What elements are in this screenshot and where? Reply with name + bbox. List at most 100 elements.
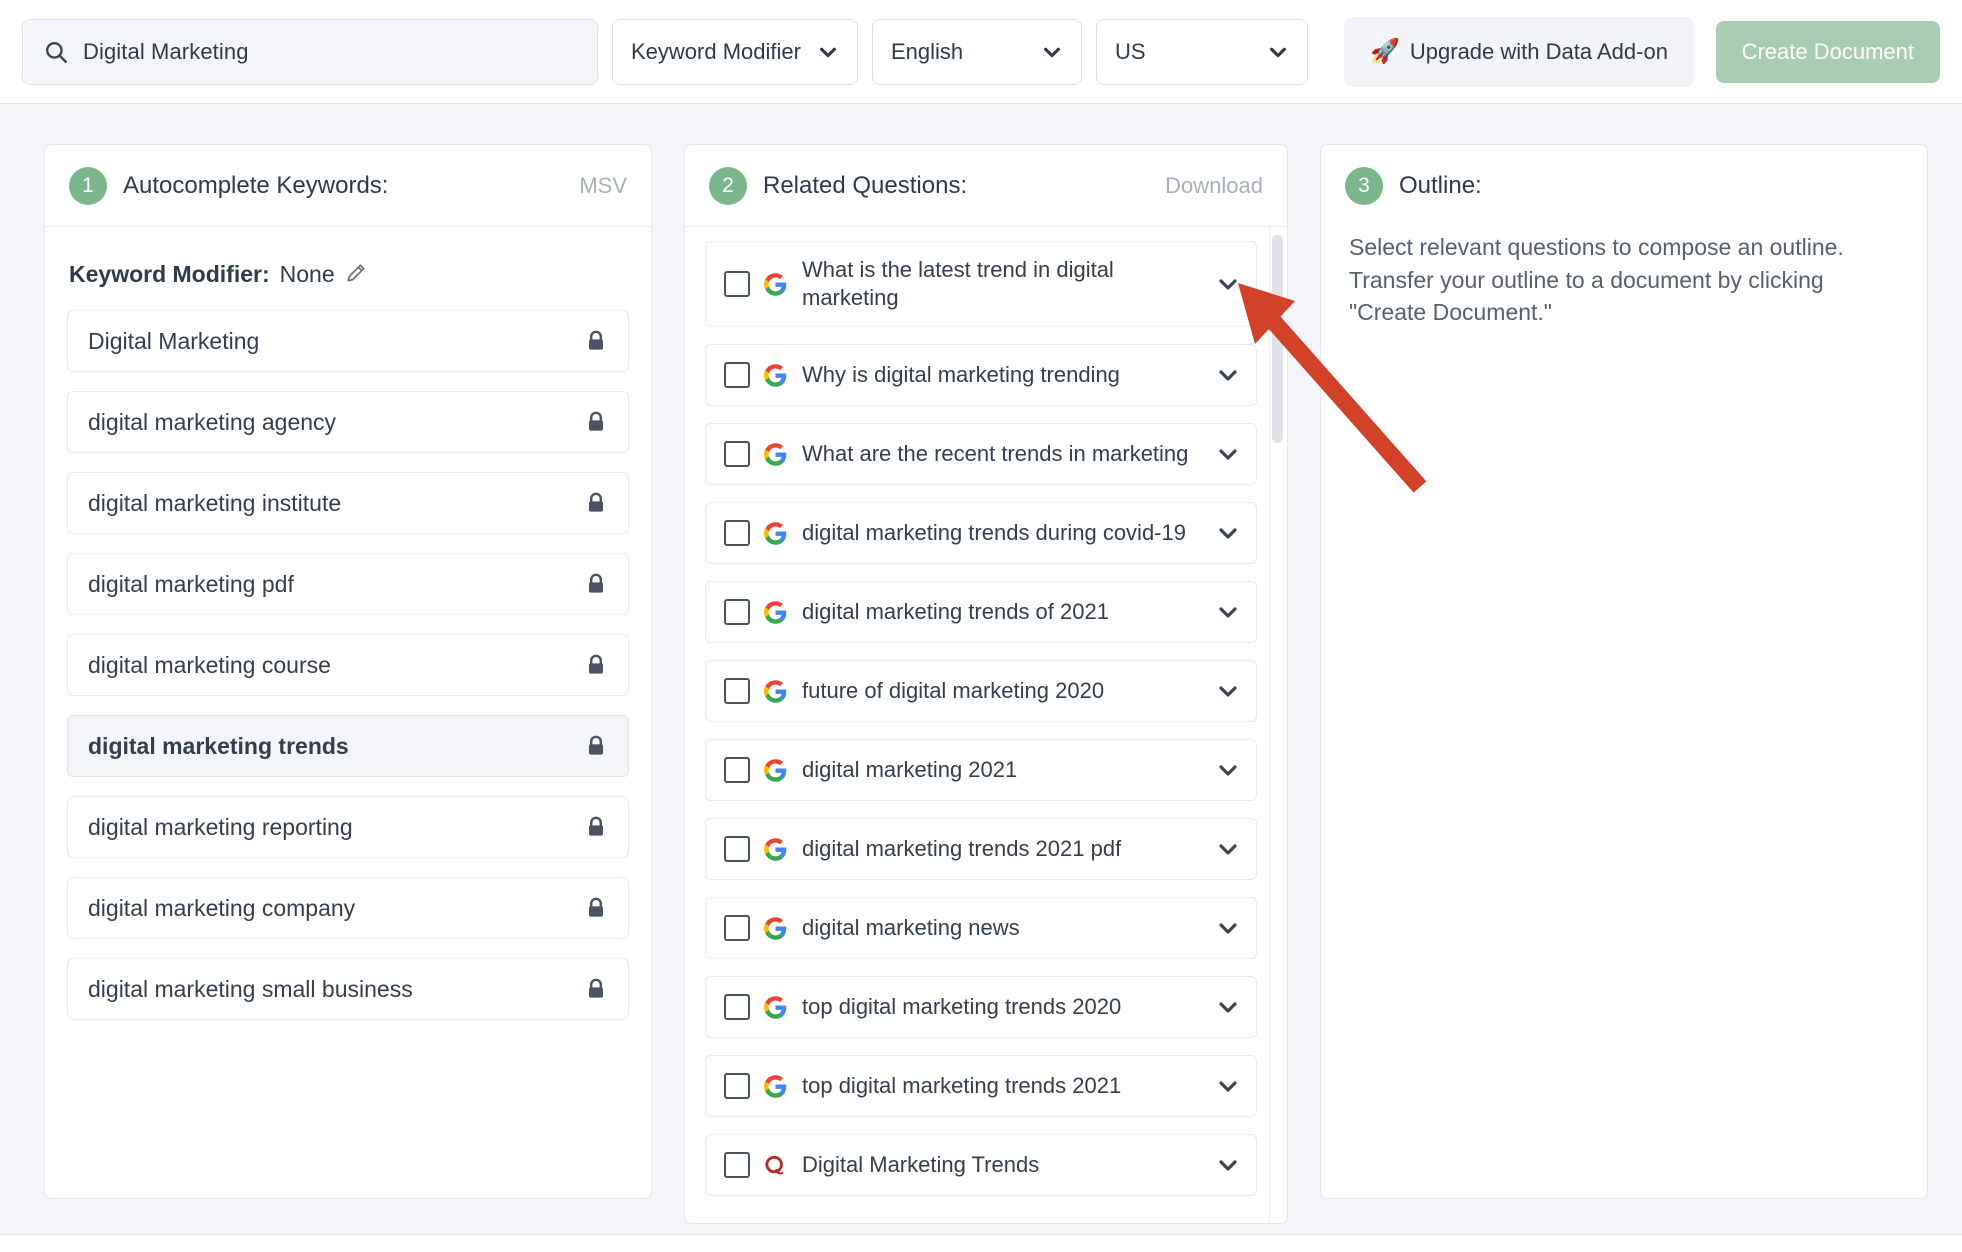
chevron-down-icon[interactable] — [1216, 600, 1240, 624]
question-row-label: top digital marketing trends 2021 — [802, 1072, 1122, 1098]
chevron-down-icon[interactable] — [1216, 837, 1240, 861]
question-row[interactable]: What is the latest trend in digital mark… — [705, 241, 1257, 327]
questions-panel-body: What is the latest trend in digital mark… — [685, 227, 1287, 1223]
question-row[interactable]: What are the recent trends in marketing — [705, 423, 1257, 485]
keyword-row[interactable]: digital marketing agency — [67, 391, 629, 453]
question-row-label: digital marketing trends of 2021 — [802, 598, 1109, 624]
question-row-label: digital marketing 2021 — [802, 756, 1018, 782]
google-icon — [764, 600, 788, 624]
checkbox-unchecked-icon[interactable] — [724, 757, 750, 783]
chevron-down-icon[interactable] — [1216, 916, 1240, 940]
create-document-button-label: Create Document — [1741, 38, 1914, 64]
lock-icon[interactable] — [584, 409, 608, 435]
checkbox-unchecked-icon[interactable] — [724, 520, 750, 546]
chevron-down-icon[interactable] — [1216, 758, 1240, 782]
question-row[interactable]: Why is digital marketing trending — [705, 344, 1257, 406]
lock-icon[interactable] — [584, 814, 608, 840]
lock-icon[interactable] — [584, 328, 608, 354]
chevron-down-icon[interactable] — [1216, 679, 1240, 703]
chevron-down-icon[interactable] — [1216, 272, 1240, 296]
search-input[interactable]: Digital Marketing — [22, 18, 598, 85]
keyword-row-label: digital marketing company — [88, 894, 356, 921]
keyword-row[interactable]: digital marketing pdf — [67, 553, 629, 615]
keywords-panel-body: Keyword Modifier: None Digital Marketing… — [45, 227, 651, 1020]
chevron-down-icon[interactable] — [1216, 442, 1240, 466]
checkbox-unchecked-icon[interactable] — [724, 1073, 750, 1099]
question-row[interactable]: top digital marketing trends 2021 — [705, 1055, 1257, 1117]
keyword-row-label: digital marketing agency — [88, 408, 337, 435]
question-row[interactable]: future of digital marketing 2020 — [705, 660, 1257, 722]
chevron-down-icon[interactable] — [1216, 1074, 1240, 1098]
chevron-down-icon[interactable] — [1216, 363, 1240, 387]
google-icon — [764, 521, 788, 545]
question-row-label: top digital marketing trends 2020 — [802, 993, 1122, 1019]
country-select[interactable]: US — [1096, 18, 1308, 85]
lock-icon[interactable] — [584, 490, 608, 516]
create-document-button[interactable]: Create Document — [1715, 20, 1940, 83]
lock-icon[interactable] — [584, 652, 608, 678]
step-badge-3: 3 — [1345, 167, 1383, 205]
step-badge-2: 2 — [709, 166, 747, 205]
workspace: 1 Autocomplete Keywords: MSV Keyword Mod… — [0, 104, 1962, 1234]
panel-related-questions: 2 Related Questions: Download What is th… — [684, 144, 1288, 1224]
msv-label[interactable]: MSV — [579, 173, 627, 199]
keyword-row[interactable]: digital marketing course — [67, 634, 629, 696]
keyword-row-label: digital marketing trends — [88, 732, 349, 759]
lock-icon[interactable] — [584, 976, 608, 1002]
google-icon — [764, 679, 788, 703]
download-link[interactable]: Download — [1165, 173, 1263, 199]
google-icon — [764, 837, 788, 861]
checkbox-unchecked-icon[interactable] — [724, 1152, 750, 1178]
question-row[interactable]: digital marketing 2021 — [705, 739, 1257, 801]
keyword-row-label: digital marketing course — [88, 651, 331, 678]
keyword-list: Digital Marketing digital marketing agenc… — [67, 310, 629, 1020]
checkbox-unchecked-icon[interactable] — [724, 994, 750, 1020]
question-row[interactable]: digital marketing trends of 2021 — [705, 581, 1257, 643]
keyword-row[interactable]: digital marketing reporting — [67, 796, 629, 858]
questions-scrollbar-thumb[interactable] — [1272, 235, 1283, 443]
step-badge-1: 1 — [69, 166, 107, 205]
lock-icon[interactable] — [584, 895, 608, 921]
google-icon — [764, 442, 788, 466]
lock-icon[interactable] — [584, 733, 608, 759]
keyword-modifier-select[interactable]: Keyword Modifier — [612, 18, 858, 85]
checkbox-unchecked-icon[interactable] — [724, 915, 750, 941]
question-row[interactable]: digital marketing news — [705, 897, 1257, 959]
chevron-down-icon[interactable] — [1216, 995, 1240, 1019]
keyword-row[interactable]: digital marketing small business — [67, 958, 629, 1020]
lock-icon[interactable] — [584, 571, 608, 597]
language-select-label: English — [891, 38, 964, 64]
question-row[interactable]: Digital Marketing Trends — [705, 1134, 1257, 1196]
quora-icon — [764, 1154, 788, 1177]
question-row[interactable]: digital marketing trends during covid-19 — [705, 502, 1257, 564]
checkbox-unchecked-icon[interactable] — [724, 362, 750, 388]
language-select[interactable]: English — [872, 18, 1082, 85]
keyword-row[interactable]: Digital Marketing — [67, 310, 629, 372]
checkbox-unchecked-icon[interactable] — [724, 678, 750, 704]
keyword-row-label: Digital Marketing — [88, 327, 260, 354]
keyword-row-label: digital marketing small business — [88, 975, 413, 1002]
questions-panel-title: Related Questions: — [763, 171, 968, 199]
panel-autocomplete-keywords: 1 Autocomplete Keywords: MSV Keyword Mod… — [44, 144, 652, 1199]
keyword-modifier-value: None — [279, 261, 335, 287]
search-input-value: Digital Marketing — [83, 38, 249, 64]
questions-scrollbar-track[interactable] — [1269, 227, 1283, 1223]
keyword-row[interactable]: digital marketing company — [67, 877, 629, 939]
pencil-icon[interactable] — [345, 262, 367, 288]
upgrade-with-data-addon-button[interactable]: 🚀 Upgrade with Data Add-on — [1344, 16, 1694, 87]
country-select-label: US — [1115, 38, 1146, 64]
checkbox-unchecked-icon[interactable] — [724, 599, 750, 625]
checkbox-unchecked-icon[interactable] — [724, 441, 750, 467]
keyword-row[interactable]: digital marketing trends — [67, 715, 629, 777]
outline-panel-body: Select relevant questions to compose an … — [1321, 227, 1927, 329]
question-row[interactable]: top digital marketing trends 2020 — [705, 976, 1257, 1038]
question-row[interactable]: digital marketing trends 2021 pdf — [705, 818, 1257, 880]
chevron-down-icon[interactable] — [1216, 521, 1240, 545]
question-row-label: digital marketing trends during covid-19 — [802, 519, 1186, 545]
keyword-row[interactable]: digital marketing institute — [67, 472, 629, 534]
checkbox-unchecked-icon[interactable] — [724, 836, 750, 862]
question-row-label: digital marketing news — [802, 914, 1020, 940]
chevron-down-icon — [1041, 41, 1063, 63]
checkbox-unchecked-icon[interactable] — [724, 271, 750, 297]
chevron-down-icon[interactable] — [1216, 1153, 1240, 1177]
